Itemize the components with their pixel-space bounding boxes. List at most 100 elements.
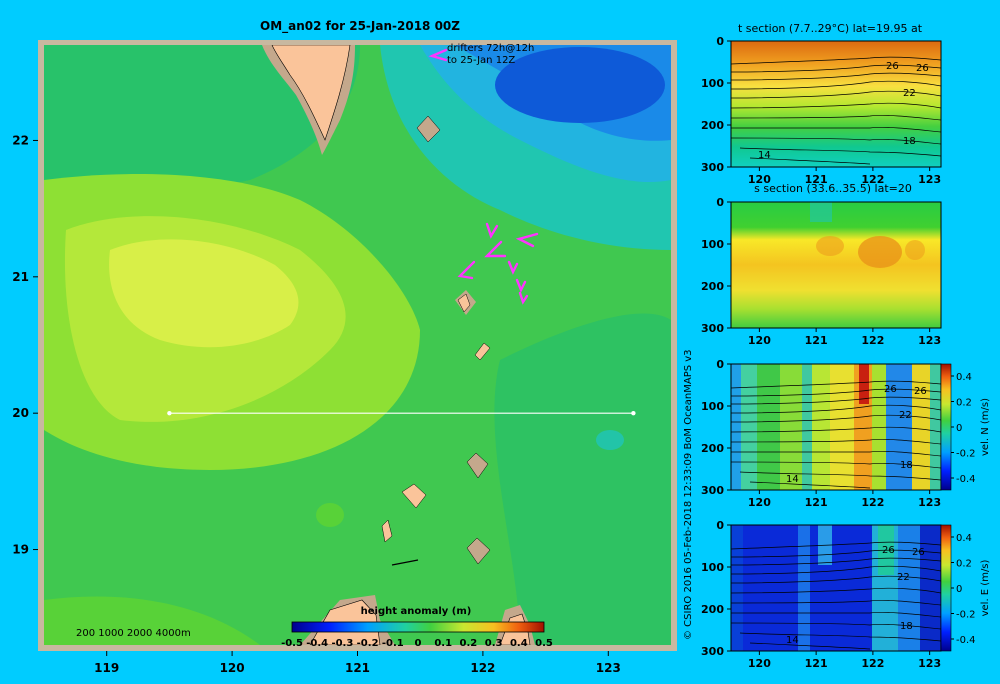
section-x-tick-label: 123 [918,173,941,186]
section-x-tick-label: 122 [861,657,884,670]
section-x-tick-label: 120 [748,496,771,509]
figure-canvas: OM_an02 for 25-Jan-2018 00Z drifters 72h… [12,19,991,675]
ve-section-panel: 26 26 22 18 14 120 121 122 123 0 100 200 300 0.… [701,519,991,670]
s-section-panel: s section (33.6..35.5) lat=20 120 121 122 1… [701,182,942,347]
s-section-title: s section (33.6..35.5) lat=20 [754,182,912,195]
map-field [44,45,671,645]
colorbar-tick-label: -0.5 [281,638,303,649]
s-section-field [731,202,941,328]
vn-section-contour-label: 26 [884,384,897,395]
section-x-tick-label: 120 [748,334,771,347]
credit-text: © CSIRO 2016 05-Feb-2018 12:33:09 BoM Oc… [683,349,694,640]
vn-band [741,364,757,490]
map-y-tick-label: 19 [12,543,29,557]
ve-colorbar-ticks: 0.4 0.2 0 -0.2 -0.4 [951,533,976,646]
section-x-tick-label: 121 [805,657,828,670]
anomaly-spot-east [596,430,624,450]
velocity-colorbar-tick-label: -0.2 [956,610,976,621]
map-x-tick-label: 122 [470,661,495,675]
map-panel: OM_an02 for 25-Jan-2018 00Z drifters 72h… [12,19,677,675]
colorbar-ticks: -0.5 -0.4 -0.3 -0.2 -0.1 0 0.1 0.2 0.3 0.4 0.5 [281,638,553,649]
section-x-tick-label: 120 [748,657,771,670]
velocity-colorbar-tick-label: 0.2 [956,398,972,409]
t-section-contour-label: 22 [903,88,916,99]
section-y-tick-label: 0 [716,519,724,532]
section-y-tick-label: 0 [716,35,724,48]
section-y-tick-label: 0 [716,358,724,371]
drifter-note-line-2: to 25-Jan 12Z [447,55,515,66]
vn-colorbar [940,363,952,491]
s-section-max [816,236,844,256]
vn-section-panel: 26 26 22 18 14 120 121 122 123 0 100 200 300 0.… [701,358,991,509]
velocity-colorbar-tick-label: 0 [956,423,962,434]
section-x-tick-label: 121 [805,496,828,509]
map-x-tick-label: 121 [345,661,370,675]
colorbar-tick-label: 0.2 [460,638,478,649]
t-section-contour-label: 26 [886,61,899,72]
s-section-max [905,240,925,260]
colorbar-tick-label: 0.1 [434,638,452,649]
vn-band [731,364,741,490]
colorbar-tick-label: -0.3 [331,638,353,649]
colorbar-label: height anomaly (m) [361,606,472,617]
vn-section-contour-label: 18 [900,460,913,471]
section-x-tick-label: 123 [918,334,941,347]
t-section-panel: t section (7.7..29°C) lat=19.95 at 26 26… [701,22,942,186]
section-y-tick-label: 300 [701,322,724,335]
section-y-tick-label: 200 [701,280,724,293]
map-title: OM_an02 for 25-Jan-2018 00Z [260,19,460,34]
drifter-note-line-1: drifters 72h@12h [447,43,534,54]
vn-colorbar-ticks: 0.4 0.2 0 -0.2 -0.4 [951,372,976,485]
ve-section-contour-label: 22 [897,572,910,583]
ve-band [731,525,743,651]
figure-root: OM_an02 for 25-Jan-2018 00Z drifters 72h… [0,0,1000,680]
ve-colorbar-label: vel. E (m/s) [980,559,991,616]
section-line-start [167,410,172,416]
ve-section-contour-label: 26 [912,547,925,558]
map-x-axis: 119 120 121 122 123 [94,651,621,675]
ve-section-contour-label: 26 [882,545,895,556]
section-x-tick-label: 123 [918,496,941,509]
vn-band [812,364,830,490]
map-x-tick-label: 123 [596,661,621,675]
section-y-tick-label: 100 [701,400,724,413]
section-y-tick-label: 300 [701,484,724,497]
colorbar-gradient [291,621,545,633]
velocity-colorbar-tick-label: -0.4 [956,635,976,646]
colorbar-tick-label: 0 [415,638,422,649]
velocity-colorbar-tick-label: 0 [956,584,962,595]
section-y-tick-label: 200 [701,119,724,132]
t-section-contour-label: 26 [916,63,929,74]
map-y-axis: 19 20 21 22 [12,133,38,557]
velocity-colorbar-tick-label: 0.2 [956,559,972,570]
s-section-low [810,202,832,222]
map-y-tick-label: 22 [12,133,29,147]
section-y-tick-label: 200 [701,603,724,616]
anomaly-spot-south [316,503,344,527]
colorbar-tick-label: 0.5 [535,638,553,649]
ve-colorbar [940,524,952,652]
anomaly-band-east [494,313,671,645]
ve-section-contour-label: 14 [786,635,799,646]
velocity-colorbar-tick-label: 0.4 [956,533,972,544]
t-section-title: t section (7.7..29°C) lat=19.95 at [738,22,923,35]
ve-band [798,525,810,651]
map-x-tick-label: 119 [94,661,119,675]
vn-colorbar-label: vel. N (m/s) [980,398,991,456]
vn-band [780,364,802,490]
section-y-tick-label: 300 [701,645,724,658]
vn-band [802,364,812,490]
ve-band [898,525,920,651]
map-y-tick-label: 21 [12,270,29,284]
section-line-end [631,410,636,416]
ve-section-contour-label: 18 [900,621,913,632]
s-section-max [858,236,902,268]
colorbar-tick-label: -0.2 [357,638,379,649]
t-section-contour-label: 14 [758,150,771,161]
map-x-tick-label: 120 [220,661,245,675]
colorbar-tick-label: -0.4 [306,638,328,649]
section-y-tick-label: 0 [716,196,724,209]
section-x-tick-label: 122 [861,334,884,347]
section-x-tick-label: 122 [861,496,884,509]
t-section-contour-label: 18 [903,136,916,147]
